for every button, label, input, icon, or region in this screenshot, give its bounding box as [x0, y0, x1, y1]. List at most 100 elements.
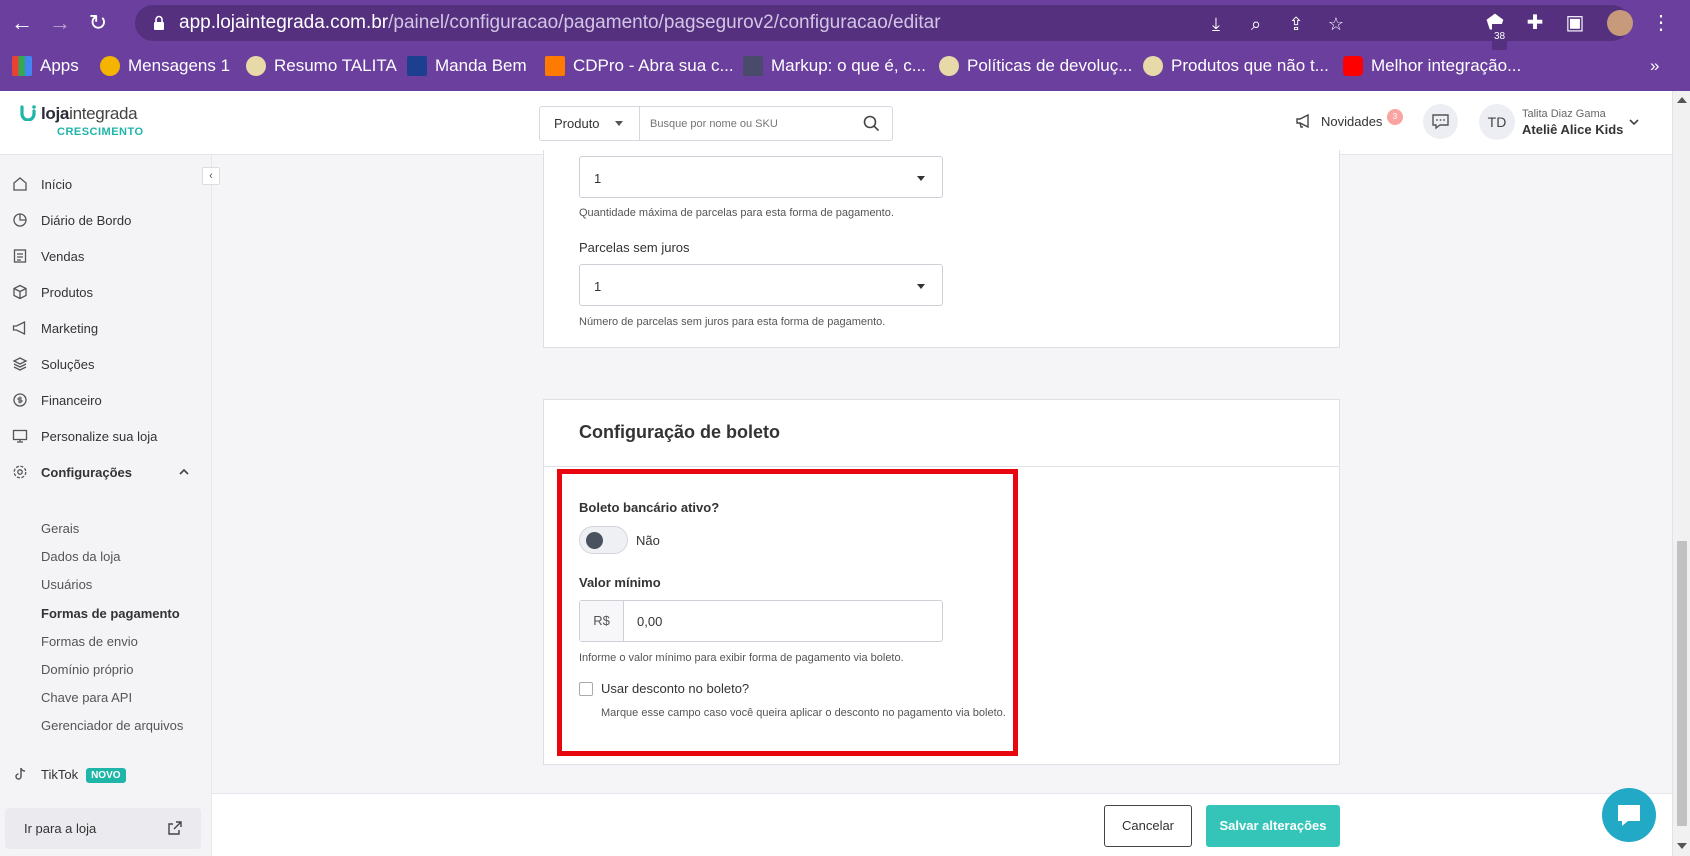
receipt-icon [13, 249, 27, 263]
sidebar-item-label: Produtos [41, 285, 94, 300]
bookmark-favicon-icon [1143, 56, 1163, 76]
scroll-down-icon[interactable] [1677, 843, 1687, 849]
goto-store-label: Ir para a loja [24, 821, 97, 836]
store-name[interactable]: Ateliê Alice Kids [1522, 122, 1623, 137]
bookmark-item[interactable]: CDPro - Abra sua c... [545, 55, 734, 77]
kebab-menu-icon[interactable]: ⋮ [1648, 10, 1674, 36]
star-icon[interactable]: ☆ [1325, 13, 1347, 35]
discount-help: Marque esse campo caso você queira aplic… [601, 707, 1006, 719]
sidebar-item-configuracoes[interactable]: Configurações [0, 454, 212, 490]
sidebar-item-label: Início [41, 177, 73, 192]
scroll-up-icon[interactable] [1677, 97, 1687, 103]
boleto-active-toggle[interactable] [579, 526, 628, 554]
chevron-down-icon[interactable] [1628, 116, 1640, 128]
url-text: app.lojaintegrada.com.br/painel/configur… [179, 12, 941, 34]
bookmark-favicon-icon [939, 56, 959, 76]
main-content: 1 Quantidade máxima de parcelas para est… [212, 150, 1672, 793]
bookmarks-overflow-button[interactable]: » [1650, 55, 1659, 77]
discount-checkbox[interactable] [579, 682, 593, 696]
address-bar[interactable]: app.lojaintegrada.com.br/painel/configur… [135, 5, 1630, 41]
sidebar-subitem-formas-pagamento[interactable]: Formas de pagamento [41, 606, 180, 621]
max-installments-help: Quantidade máxima de parcelas para esta … [579, 207, 894, 219]
bookmark-label: Markup: o que é, c... [771, 56, 926, 75]
sidebar-subitem-gerenciador[interactable]: Gerenciador de arquivos [41, 718, 183, 733]
bookmark-label: Resumo TALITA [274, 56, 397, 75]
sidebar-item-inicio[interactable]: Início [0, 166, 212, 202]
sidebar-item-tiktok[interactable]: TikTok NOVO [0, 756, 212, 792]
sidebar-item-personalize[interactable]: Personalize sua loja [0, 418, 212, 454]
sidebar-item-label: TikTok [41, 767, 79, 782]
profile-avatar-icon[interactable] [1607, 10, 1633, 36]
search-icon[interactable] [863, 115, 880, 132]
page-scrollbar[interactable] [1672, 91, 1690, 856]
extension-icon[interactable]: ⬟ 38 [1482, 10, 1508, 50]
sidebar-item-label: Financeiro [41, 393, 102, 408]
overflow-label: » [1650, 56, 1660, 75]
novidades-button[interactable]: Novidades 3 [1295, 109, 1403, 129]
sidebar-item-diario[interactable]: Diário de Bordo [0, 202, 212, 238]
bookmark-label: Apps [40, 56, 79, 75]
bookmark-item[interactable]: Políticas de devoluç... [939, 55, 1132, 77]
bookmark-item[interactable]: Resumo TALITA [246, 55, 397, 77]
puzzle-icon[interactable]: ✚ [1522, 10, 1548, 36]
bookmark-item[interactable]: Manda Bem [407, 55, 527, 77]
max-installments-select[interactable]: 1 [579, 156, 943, 198]
logo[interactable]: lojaintegrada CRESCIMENTO [20, 104, 144, 138]
layers-icon [12, 357, 28, 371]
chat-bubble-icon [1432, 114, 1449, 130]
bookmark-item[interactable]: Produtos que não t... [1143, 55, 1329, 77]
select-value: 1 [594, 279, 602, 294]
chat-fab-button[interactable] [1602, 788, 1656, 842]
boleto-card-title: Configuração de boleto [579, 422, 781, 442]
search-type-select[interactable]: Produto [540, 107, 640, 140]
sidebar-item-financeiro[interactable]: Financeiro [0, 382, 212, 418]
sidebar-item-vendas[interactable]: Vendas [0, 238, 212, 274]
min-value-field[interactable]: R$ 0,00 [579, 600, 943, 642]
interest-free-select[interactable]: 1 [579, 264, 943, 306]
sidebar-subitem-usuarios[interactable]: Usuários [41, 577, 92, 592]
bookmark-apps[interactable]: Apps [12, 55, 79, 77]
bookmark-item[interactable]: Mensagens 1 [100, 55, 230, 77]
search-input[interactable] [650, 107, 850, 140]
url-path: /painel/configuracao/pagamento/pagseguro… [388, 12, 941, 33]
novidades-badge: 3 [1387, 109, 1403, 125]
address-row: ← → ↻ app.lojaintegrada.com.br/painel/co… [0, 0, 1690, 50]
logo-mark-icon [20, 105, 36, 122]
sidebar-item-solucoes[interactable]: Soluções [0, 346, 212, 382]
logo-part-light: integrada [69, 104, 138, 123]
install-icon[interactable]: ⤓ [1205, 13, 1227, 35]
sidebar-item-produtos[interactable]: Produtos [0, 274, 212, 310]
sidebar-subitem-formas-envio[interactable]: Formas de envio [41, 634, 138, 649]
sidebar-subitem-dominio[interactable]: Domínio próprio [41, 662, 134, 677]
sidebar-item-label: Diário de Bordo [41, 213, 132, 228]
pie-chart-icon [13, 213, 27, 227]
goto-store-button[interactable]: Ir para a loja [5, 808, 201, 849]
tiktok-icon [15, 767, 26, 780]
scroll-thumb[interactable] [1677, 541, 1687, 826]
messages-button[interactable] [1423, 104, 1458, 139]
sidebar-subitem-gerais[interactable]: Gerais [41, 521, 79, 536]
back-arrow-icon[interactable]: ← [8, 9, 36, 37]
user-avatar[interactable]: TD [1479, 104, 1515, 140]
bookmark-item[interactable]: Melhor integração... [1343, 55, 1521, 77]
sidebar-subitem-dados-loja[interactable]: Dados da loja [41, 549, 121, 564]
bookmark-label: Manda Bem [435, 56, 527, 75]
bookmark-item[interactable]: Markup: o que é, c... [743, 55, 926, 77]
zoom-icon[interactable]: ⌕ [1245, 13, 1267, 35]
toggle-knob [586, 532, 603, 549]
sidepanel-icon[interactable]: ▣ [1562, 10, 1588, 36]
forward-arrow-icon[interactable]: → [46, 9, 74, 37]
home-icon [13, 177, 27, 191]
share-icon[interactable]: ⇪ [1285, 13, 1307, 35]
min-value-input[interactable]: 0,00 [637, 614, 662, 629]
bookmarks-bar: Apps Mensagens 1 Resumo TALITA Manda Bem… [0, 46, 1690, 84]
min-value-help: Informe o valor mínimo para exibir forma… [579, 652, 904, 664]
reload-icon[interactable]: ↻ [84, 9, 112, 37]
sidebar-subitem-chave-api[interactable]: Chave para API [41, 690, 132, 705]
save-button[interactable]: Salvar alterações [1206, 805, 1340, 847]
money-circle-icon [13, 393, 27, 407]
discount-label[interactable]: Usar desconto no boleto? [601, 681, 749, 696]
sidebar-item-marketing[interactable]: Marketing [0, 310, 212, 346]
new-badge: NOVO [86, 768, 126, 783]
cancel-button[interactable]: Cancelar [1104, 805, 1192, 847]
